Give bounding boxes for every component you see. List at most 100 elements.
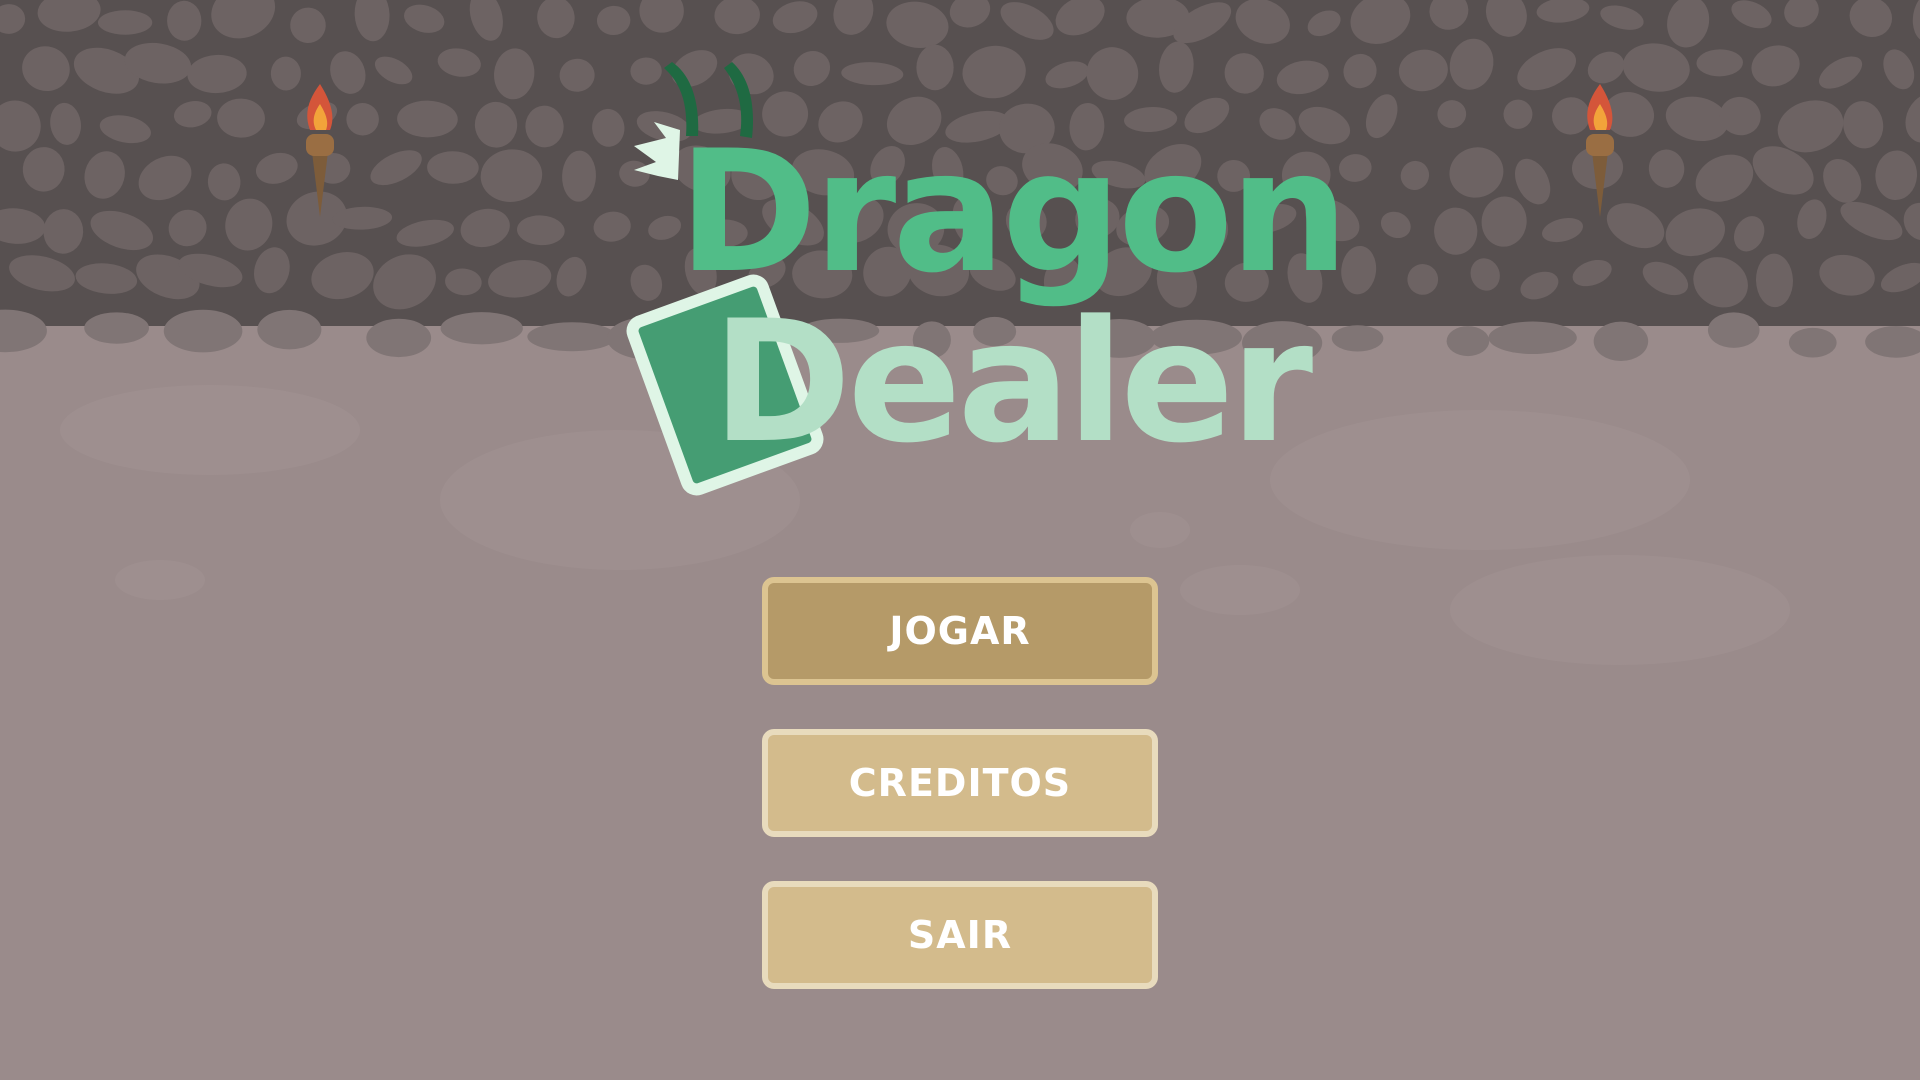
wall-stone bbox=[9, 255, 75, 292]
wall-stone bbox=[173, 101, 212, 128]
wall-stone bbox=[1434, 207, 1478, 255]
wall-stone bbox=[168, 209, 207, 247]
wall-stone bbox=[1481, 196, 1527, 247]
wall-stone bbox=[1407, 264, 1439, 295]
wall-stone bbox=[97, 10, 153, 35]
wall-stone bbox=[99, 115, 151, 144]
wall-stone bbox=[374, 56, 413, 85]
floor-rock bbox=[440, 312, 523, 345]
wall-stone bbox=[1731, 0, 1772, 29]
wall-stone bbox=[1903, 202, 1920, 241]
wall-stone bbox=[138, 155, 192, 201]
wall-stone bbox=[1307, 10, 1341, 37]
wall-stone bbox=[559, 58, 595, 92]
floor-rock bbox=[1488, 321, 1577, 355]
wall-stone bbox=[167, 0, 202, 41]
floor-patch bbox=[115, 560, 205, 600]
wall-stone bbox=[1797, 199, 1827, 240]
floor-rock bbox=[527, 322, 617, 352]
game-title-line1: Dragon bbox=[678, 114, 1349, 310]
wall-stone bbox=[396, 219, 454, 247]
floor-rock bbox=[1788, 327, 1837, 358]
wall-stone bbox=[1905, 93, 1920, 143]
wall-stone bbox=[1875, 150, 1918, 201]
main-menu-screen: Dragon Dealer JOGAR CREDITOS SAIR bbox=[0, 0, 1920, 1080]
wall-stone bbox=[469, 0, 503, 41]
wall-stone bbox=[0, 4, 26, 34]
wall-stone bbox=[211, 0, 276, 39]
wall-stone bbox=[1536, 0, 1590, 23]
wall-stone bbox=[562, 150, 596, 202]
wall-stone bbox=[37, 0, 101, 32]
wall-stone bbox=[1520, 271, 1559, 300]
floor-patch bbox=[60, 385, 360, 475]
torch-icon bbox=[306, 84, 334, 217]
wall-stone bbox=[1880, 262, 1920, 293]
wall-stone bbox=[1696, 49, 1743, 77]
wall-stone bbox=[1000, 2, 1054, 40]
floor-rock bbox=[1331, 325, 1384, 352]
floor-patch bbox=[1180, 565, 1300, 615]
wall-stone bbox=[445, 268, 482, 296]
wall-stone bbox=[1600, 5, 1644, 30]
wall-stone bbox=[1751, 45, 1800, 87]
wall-stone bbox=[1823, 158, 1862, 203]
wall-stone bbox=[354, 0, 390, 42]
wall-stone bbox=[75, 263, 138, 294]
wall-stone bbox=[1398, 49, 1448, 92]
wall-stone bbox=[370, 150, 422, 186]
wall-stone bbox=[833, 0, 874, 35]
wall-stone bbox=[1648, 149, 1685, 188]
floor-rock bbox=[84, 312, 149, 344]
game-title-line2: Dealer bbox=[712, 284, 1313, 480]
wall-stone bbox=[1429, 0, 1469, 30]
wall-stone bbox=[525, 105, 564, 148]
wall-stone bbox=[1667, 0, 1710, 48]
floor-patch bbox=[1450, 555, 1790, 665]
wall-stone bbox=[488, 259, 552, 298]
wall-stone bbox=[714, 0, 760, 35]
wall-stone bbox=[290, 7, 326, 43]
play-button[interactable]: JOGAR bbox=[762, 577, 1158, 685]
wall-stone bbox=[404, 4, 445, 33]
wall-stone bbox=[311, 252, 374, 300]
wall-stone bbox=[516, 215, 565, 246]
wall-stone bbox=[1449, 38, 1494, 90]
wall-stone bbox=[1437, 100, 1467, 129]
floor-rock bbox=[366, 318, 432, 358]
wall-stone bbox=[886, 1, 949, 48]
wall-stone bbox=[225, 198, 273, 251]
wall-stone bbox=[1733, 216, 1765, 252]
wall-stone bbox=[1380, 211, 1411, 239]
wall-stone bbox=[537, 0, 575, 39]
floor-rock bbox=[1446, 326, 1490, 357]
wall-stone bbox=[1912, 0, 1920, 42]
credits-button[interactable]: CREDITOS bbox=[762, 729, 1158, 837]
wall-stone bbox=[217, 98, 265, 138]
wall-stone bbox=[1756, 253, 1793, 308]
wall-stone bbox=[460, 208, 510, 248]
wall-stone bbox=[427, 151, 479, 184]
wall-stone bbox=[1843, 101, 1884, 149]
wall-stone bbox=[84, 151, 125, 199]
wall-stone bbox=[949, 0, 991, 28]
wall-stone bbox=[43, 209, 84, 254]
torch-icon bbox=[1586, 84, 1614, 217]
wall-stone bbox=[397, 100, 458, 138]
wall-stone bbox=[1235, 0, 1290, 44]
wall-stone bbox=[772, 1, 818, 34]
wall-stone bbox=[90, 210, 154, 251]
wall-stone bbox=[1503, 99, 1533, 129]
wall-stone bbox=[1572, 259, 1612, 287]
floor-patch bbox=[1270, 410, 1690, 550]
wall-stone bbox=[1400, 160, 1430, 190]
wall-stone bbox=[1449, 147, 1504, 198]
wall-stone bbox=[373, 254, 436, 310]
wall-stone bbox=[1350, 0, 1411, 44]
floor-patch bbox=[1130, 512, 1190, 548]
wall-stone bbox=[1642, 261, 1689, 296]
exit-button[interactable]: SAIR bbox=[762, 881, 1158, 989]
floor-rock bbox=[1593, 321, 1649, 361]
wall-stone bbox=[187, 54, 247, 94]
wall-stone bbox=[50, 102, 81, 145]
